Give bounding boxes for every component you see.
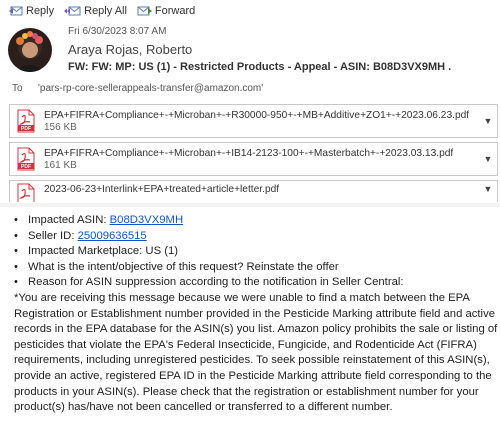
to-row: To 'pars-rp-core-sellerappeals-transfer@… bbox=[12, 83, 263, 94]
attachment-name: EPA+FIFRA+Compliance+-+Microban+-+R30000… bbox=[44, 109, 470, 121]
attachment-item[interactable]: PDF EPA+FIFRA+Compliance+-+Microban+-+IB… bbox=[9, 142, 498, 176]
sender-avatar[interactable] bbox=[8, 28, 52, 72]
svg-text:PDF: PDF bbox=[21, 126, 31, 132]
message-subject: FW: FW: MP: US (1) - Restricted Products… bbox=[68, 61, 452, 73]
list-item: Reason for ASIN suppression according to… bbox=[14, 275, 498, 291]
attachment-name: EPA+FIFRA+Compliance+-+Microban+-+IB14-2… bbox=[44, 147, 454, 159]
message-date: Fri 6/30/2023 8:07 AM bbox=[68, 26, 167, 37]
policy-paragraph: *You are receiving this message because … bbox=[14, 291, 498, 414]
list-item: Impacted Marketplace: US (1) bbox=[14, 244, 498, 260]
reply-all-icon bbox=[64, 6, 81, 16]
reply-all-label: Reply All bbox=[84, 5, 127, 17]
to-address[interactable]: 'pars-rp-core-sellerappeals-transfer@ama… bbox=[38, 83, 263, 94]
to-label: To bbox=[12, 83, 23, 94]
reply-label: Reply bbox=[26, 5, 55, 17]
chevron-down-icon[interactable]: ▼ bbox=[479, 116, 497, 126]
divider bbox=[0, 203, 500, 207]
sender-name[interactable]: Araya Rojas, Roberto bbox=[68, 42, 192, 57]
attachment-item[interactable]: 2023-06-23+Interlink+EPA+treated+article… bbox=[9, 180, 498, 202]
bullet-list: Impacted ASIN: B08D3VX9MH Seller ID: 250… bbox=[14, 213, 498, 291]
attachment-item[interactable]: PDF EPA+FIFRA+Compliance+-+Microban+-+R3… bbox=[9, 104, 498, 138]
list-item: What is the intent/objective of this req… bbox=[14, 260, 498, 276]
message-toolbar: Reply Reply All Forward bbox=[0, 0, 500, 22]
list-item: Seller ID: 25009636515 bbox=[14, 229, 498, 245]
reply-button[interactable]: Reply bbox=[8, 4, 54, 18]
attachment-size: 161 KB bbox=[44, 159, 77, 171]
attachment-size: 156 KB bbox=[44, 121, 77, 133]
forward-icon bbox=[137, 6, 152, 16]
forward-button[interactable]: Forward bbox=[137, 4, 195, 18]
pdf-file-icon: PDF bbox=[17, 109, 35, 133]
pdf-file-icon bbox=[17, 183, 35, 202]
asin-link[interactable]: B08D3VX9MH bbox=[110, 214, 183, 226]
chevron-down-icon[interactable]: ▼ bbox=[479, 181, 497, 194]
chevron-down-icon[interactable]: ▼ bbox=[479, 154, 497, 164]
attachment-name: 2023-06-23+Interlink+EPA+treated+article… bbox=[44, 184, 280, 195]
list-item: Impacted ASIN: B08D3VX9MH bbox=[14, 213, 498, 229]
reply-icon bbox=[9, 6, 23, 16]
asin-label: Impacted ASIN: bbox=[28, 214, 110, 226]
seller-id-label: Seller ID: bbox=[28, 229, 78, 242]
seller-id-link[interactable]: 25009636515 bbox=[78, 230, 147, 242]
forward-label: Forward bbox=[154, 5, 196, 17]
email-reading-pane: Reply Reply All Forward Fri 6/30/2023 8:… bbox=[0, 0, 500, 447]
svg-text:PDF: PDF bbox=[21, 164, 31, 170]
pdf-file-icon: PDF bbox=[17, 147, 35, 171]
reply-all-button[interactable]: Reply All bbox=[64, 4, 127, 18]
message-body: Impacted ASIN: B08D3VX9MH Seller ID: 250… bbox=[14, 213, 498, 416]
